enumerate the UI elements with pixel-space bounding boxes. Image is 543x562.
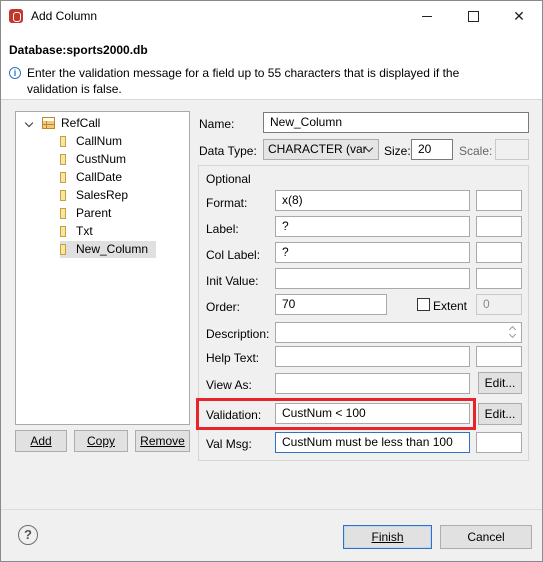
col-label-extra-field[interactable] (476, 242, 522, 263)
tree-item-salesrep[interactable]: SalesRep (60, 187, 160, 204)
database-title: Database:sports2000.db (9, 43, 148, 57)
init-value-label: Init Value: (206, 274, 259, 288)
name-label: Name: (199, 117, 235, 131)
help-text-extra-field[interactable] (476, 346, 522, 367)
init-value-extra-field[interactable] (476, 268, 522, 289)
order-label: Order: (206, 300, 241, 314)
col-label-label: Col Label: (206, 248, 261, 262)
add-button-label: Add (30, 434, 52, 448)
size-label: Size: (384, 144, 411, 158)
init-value-field[interactable] (275, 268, 470, 289)
tree-item-label: CallDate (76, 170, 123, 184)
view-as-field[interactable] (275, 373, 470, 394)
format-extra-field[interactable] (476, 190, 522, 211)
tree-item-label: CustNum (76, 152, 127, 166)
col-label-field[interactable]: ? (275, 242, 470, 263)
extent-checkbox[interactable] (417, 298, 430, 311)
info-icon: i (9, 67, 21, 79)
validation-edit-button[interactable]: Edit... (478, 403, 522, 425)
add-column-dialog: Add Column ✕ Database:sports2000.db i En… (0, 0, 543, 562)
minimize-button[interactable] (404, 1, 450, 32)
field-icon (60, 154, 66, 165)
tree-root-label: RefCall (61, 116, 101, 130)
tree-item-calldate[interactable]: CallDate (60, 169, 160, 186)
new-field-icon (60, 244, 66, 255)
cancel-button-label: Cancel (467, 530, 505, 544)
optional-group-title: Optional (206, 172, 251, 186)
data-type-select[interactable]: CHARACTER (var (263, 139, 379, 160)
data-type-value: CHARACTER (var (268, 142, 367, 156)
help-text-field[interactable] (275, 346, 470, 367)
chevron-down-icon[interactable] (24, 118, 34, 128)
maximize-button[interactable] (450, 1, 496, 32)
val-msg-label: Val Msg: (206, 437, 252, 451)
description-label: Description: (206, 327, 270, 341)
field-icon (60, 226, 66, 237)
finish-button[interactable]: Finish (343, 525, 432, 549)
description-field[interactable] (275, 322, 522, 343)
size-field[interactable]: 20 (411, 139, 453, 160)
dialog-header: Database:sports2000.db i Enter the valid… (1, 32, 542, 100)
extent-field: 0 (476, 294, 522, 315)
view-as-label: View As: (206, 378, 252, 392)
tree-item-parent[interactable]: Parent (60, 205, 160, 222)
add-button[interactable]: Add (15, 430, 67, 452)
tree-item-label: CallNum (76, 134, 123, 148)
copy-button[interactable]: Copy (74, 430, 128, 452)
val-msg-extra-field[interactable] (476, 432, 522, 453)
tree-item-callnum[interactable]: CallNum (60, 133, 160, 150)
remove-button[interactable]: Remove (135, 430, 190, 452)
tree-root-refcall[interactable]: RefCall (20, 115, 180, 132)
label-field[interactable]: ? (275, 216, 470, 237)
tree-item-label: New_Column (76, 242, 149, 256)
app-icon (9, 9, 23, 23)
tree-item-txt[interactable]: Txt (60, 223, 160, 240)
view-as-edit-button[interactable]: Edit... (478, 372, 522, 394)
scale-label: Scale: (459, 144, 493, 158)
format-label: Format: (206, 196, 248, 210)
copy-button-label: Copy (86, 434, 115, 448)
format-field[interactable]: x(8) (275, 190, 470, 211)
remove-button-label: Remove (140, 434, 185, 448)
order-field[interactable]: 70 (275, 294, 387, 315)
validation-label: Validation: (206, 408, 262, 422)
field-icon (60, 190, 66, 201)
label-extra-field[interactable] (476, 216, 522, 237)
tree-item-label: SalesRep (76, 188, 129, 202)
tree-item-label: Parent (76, 206, 112, 220)
window-title: Add Column (31, 9, 98, 23)
tree-item-custnum[interactable]: CustNum (60, 151, 160, 168)
tree-item-label: Txt (76, 224, 93, 238)
help-icon[interactable]: ? (18, 525, 38, 545)
tree-item-new-column[interactable]: New_Column (60, 241, 156, 258)
close-button[interactable]: ✕ (496, 1, 542, 32)
info-message: Enter the validation message for a field… (27, 66, 460, 96)
table-tree[interactable]: RefCall CallNum CustNum CallDate SalesRe… (15, 111, 190, 425)
footer-divider (1, 509, 542, 510)
title-bar: Add Column ✕ (1, 1, 542, 32)
field-icon (60, 172, 66, 183)
description-scroll-arrows[interactable] (506, 322, 521, 343)
field-icon (60, 208, 66, 219)
field-icon (60, 136, 66, 147)
name-field[interactable]: New_Column (263, 112, 529, 133)
cancel-button[interactable]: Cancel (440, 525, 532, 549)
val-msg-field[interactable]: CustNum must be less than 100 (275, 432, 470, 453)
scale-field (495, 139, 529, 160)
finish-button-label: Finish (371, 530, 404, 544)
help-text-label: Help Text: (206, 351, 260, 365)
validation-field[interactable]: CustNum < 100 (275, 403, 470, 424)
arrow-down-icon[interactable] (508, 330, 517, 339)
extent-label: Extent (433, 299, 468, 313)
label-label: Label: (206, 222, 239, 236)
data-type-label: Data Type: (199, 144, 257, 158)
table-icon (42, 117, 55, 129)
